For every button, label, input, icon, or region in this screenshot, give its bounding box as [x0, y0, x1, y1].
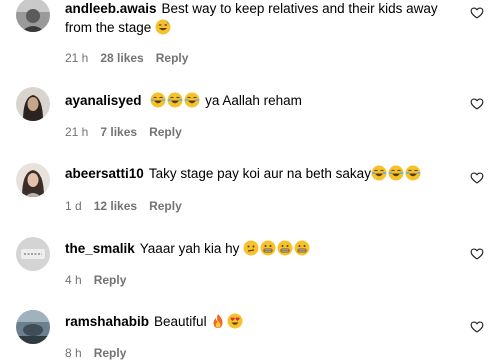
grimacing-emoji: [294, 240, 310, 256]
laughing-tears-emoji: [184, 92, 200, 108]
comment-time: 21 h: [65, 125, 89, 139]
comment-body: ayanalisyed ya Aallah reham: [65, 91, 455, 113]
emoji-group: [155, 19, 172, 40]
laughing-tears-emoji: [167, 92, 183, 108]
comment-item: andleeb.awais Best way to keep relatives …: [0, 0, 496, 72]
comment-item: ayanalisyed ya Aallah reham 21 h 7 likes R…: [0, 85, 496, 150]
grinning-sweat-emoji: [155, 19, 171, 35]
laughing-tears-emoji: [388, 165, 404, 181]
heart-outline-icon[interactable]: [470, 171, 484, 185]
comment-likes-link[interactable]: 7 likes: [100, 125, 137, 139]
laughing-tears-emoji: [405, 165, 421, 181]
laughing-tears-emoji: [371, 165, 387, 181]
emoji-group: [243, 240, 311, 261]
comment-meta: 8 h Reply: [65, 346, 138, 360]
heart-outline-icon[interactable]: [470, 6, 484, 20]
reply-button[interactable]: Reply: [94, 273, 127, 287]
confused-emoji: [243, 240, 259, 256]
comment-time: 1 d: [65, 199, 82, 213]
comment-text: Taky stage pay koi aur na beth sakay: [148, 166, 371, 181]
heart-outline-icon[interactable]: [470, 247, 484, 261]
comment-likes-link[interactable]: 12 likes: [94, 199, 137, 213]
laughing-tears-emoji: [150, 92, 166, 108]
reply-button[interactable]: Reply: [149, 199, 182, 213]
reply-button[interactable]: Reply: [94, 346, 127, 360]
comment-body: abeersatti10 Taky stage pay koi aur na be…: [65, 164, 455, 186]
heart-outline-icon[interactable]: [470, 320, 484, 334]
comment-meta: 21 h 7 likes Reply: [65, 125, 194, 139]
comment-body: andleeb.awais Best way to keep relatives …: [65, 0, 455, 40]
avatar[interactable]: [16, 0, 50, 32]
comment-time: 4 h: [65, 273, 82, 287]
comment-item: ramshahabib Beautiful 8 h Reply: [0, 308, 496, 363]
reply-button[interactable]: Reply: [149, 125, 182, 139]
grimacing-emoji: [260, 240, 276, 256]
comment-time: 8 h: [65, 346, 82, 360]
emoji-group: [150, 92, 201, 113]
reply-button[interactable]: Reply: [156, 51, 189, 65]
comment-meta: 1 d 12 likes Reply: [65, 199, 194, 213]
comment-text: from the stage: [65, 20, 152, 35]
grimacing-emoji: [277, 240, 293, 256]
comment-item: abeersatti10 Taky stage pay koi aur na be…: [0, 160, 496, 225]
comment-likes-link[interactable]: 28 likes: [100, 51, 143, 65]
comment-username[interactable]: ayanalisyed: [65, 93, 142, 108]
avatar[interactable]: [16, 163, 50, 197]
emoji-group: [371, 165, 422, 186]
heart-eyes-emoji: [227, 313, 243, 329]
comment-item: the_smalik Yaaar yah kia hy 4 h Reply: [0, 235, 496, 295]
avatar[interactable]: [16, 237, 50, 271]
comment-username[interactable]: abeersatti10: [65, 166, 144, 181]
comment-meta: 4 h Reply: [65, 273, 138, 287]
heart-outline-icon[interactable]: [470, 97, 484, 111]
comment-text: ya Aallah reham: [205, 93, 302, 108]
comment-body: ramshahabib Beautiful: [65, 312, 455, 334]
comment-text: Best way to keep relatives and their kid…: [161, 1, 438, 16]
fire-emoji: [210, 313, 226, 329]
comment-meta: 21 h 28 likes Reply: [65, 51, 200, 65]
emoji-group: [210, 313, 244, 334]
comment-body: the_smalik Yaaar yah kia hy: [65, 239, 455, 261]
comment-username[interactable]: ramshahabib: [65, 314, 149, 329]
comment-username[interactable]: the_smalik: [65, 241, 135, 256]
comment-text: Yaaar yah kia hy: [139, 241, 240, 256]
avatar[interactable]: [16, 87, 50, 121]
comment-text: Beautiful: [154, 314, 207, 329]
comment-time: 21 h: [65, 51, 89, 65]
comment-username[interactable]: andleeb.awais: [65, 1, 157, 16]
avatar[interactable]: [16, 310, 50, 344]
